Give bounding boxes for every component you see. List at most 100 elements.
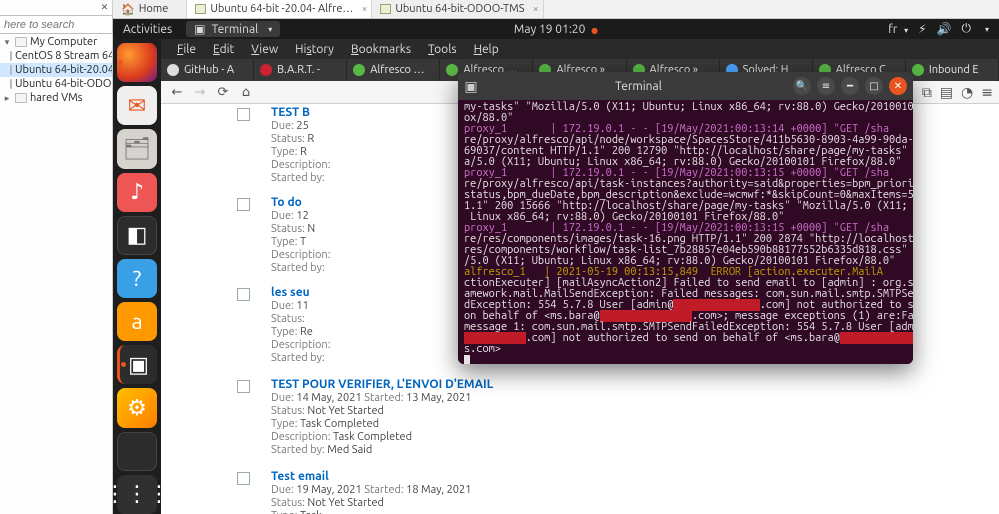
- task-title-link[interactable]: TEST POUR VERIFIER, L'ENVOI D'EMAIL: [271, 378, 951, 391]
- task-select[interactable]: [237, 108, 255, 126]
- dock-help[interactable]: ?: [117, 259, 157, 298]
- reload-button[interactable]: ⟳: [213, 82, 233, 102]
- desc-label: Description:: [271, 159, 330, 171]
- new-tab-icon[interactable]: ▣: [458, 78, 484, 95]
- dock-files[interactable]: 🗂: [117, 129, 157, 168]
- due-value: 14 May, 2021: [296, 392, 361, 404]
- task-select[interactable]: [237, 472, 255, 490]
- menu-file[interactable]: FFileile: [169, 41, 204, 58]
- minimize-icon[interactable]: ━: [841, 77, 859, 95]
- vm-label: CentOS 8 Stream 64-bit: [15, 50, 112, 62]
- task-item: TEST POUR VERIFIER, L'ENVOI D'EMAIL Due:…: [271, 376, 951, 460]
- topbar-app-terminal[interactable]: ▣ Terminal ▾: [186, 21, 280, 37]
- due-value: 19 May, 2021: [296, 484, 361, 496]
- forward-button[interactable]: →: [190, 82, 210, 102]
- power-icon[interactable]: ⏻: [961, 22, 971, 36]
- dock-amazon[interactable]: a: [117, 302, 157, 341]
- expand-icon[interactable]: ▸: [2, 93, 12, 104]
- home-button[interactable]: ⌂: [236, 82, 256, 102]
- vm-item-alfresco[interactable]: Ubuntu 64-bit-20.04-Alfresco: [0, 63, 112, 77]
- task-select[interactable]: [237, 198, 255, 216]
- checkbox-icon[interactable]: [237, 108, 250, 121]
- dock-rhythmbox[interactable]: ♪: [117, 173, 157, 212]
- collapse-icon[interactable]: ▾: [2, 37, 12, 48]
- menu-bookmarks[interactable]: Bookmarks: [343, 41, 419, 58]
- host-tab-home[interactable]: 🏠 Home: [113, 0, 187, 18]
- maximize-icon[interactable]: □: [865, 77, 883, 95]
- checkbox-icon[interactable]: [237, 198, 250, 211]
- hamburger-menu-icon[interactable]: ≡: [817, 77, 835, 95]
- vm-icon: [10, 65, 12, 75]
- firefox-tab[interactable]: GitHub - A: [161, 59, 254, 81]
- lang-indicator[interactable]: fr ▾: [888, 23, 908, 36]
- due-value: 25: [296, 120, 308, 132]
- favicon-icon: [260, 64, 272, 76]
- firefox-tab[interactable]: B.A.R.T. -: [254, 59, 347, 81]
- favicon-icon: [353, 64, 365, 76]
- firefox-tab[interactable]: Alfresco …: [347, 59, 440, 81]
- type-label: Type:: [271, 146, 297, 158]
- terminal-output[interactable]: my-tasks" "Mozilla/5.0 (X11; Ubuntu; Lin…: [458, 100, 913, 364]
- reader-icon[interactable]: ▤: [940, 84, 953, 101]
- due-label: Due:: [271, 392, 294, 404]
- gnome-dock: ✉ 🗂 ♪ ◧ ? a ▣ ⚙ ⋮⋮⋮: [113, 39, 161, 514]
- dock-terminal[interactable]: ▣: [117, 345, 157, 384]
- chevron-down-icon: ▾: [904, 26, 908, 35]
- activities-button[interactable]: Activities: [123, 23, 172, 36]
- dock-thunderbird[interactable]: ✉: [117, 86, 157, 125]
- close-icon[interactable]: ×: [362, 3, 368, 14]
- vm-item-odoo[interactable]: Ubuntu 64-bit-ODOO-TMS: [0, 77, 112, 91]
- menu-tools[interactable]: Tools: [420, 41, 465, 58]
- menu-edit[interactable]: Edit: [205, 41, 242, 58]
- vm-search-input[interactable]: [0, 15, 113, 34]
- tab-label: GitHub - A: [184, 64, 234, 76]
- menu-history[interactable]: History: [287, 41, 342, 58]
- task-title-link[interactable]: Test email: [271, 470, 951, 483]
- dock-software[interactable]: ◧: [117, 216, 157, 255]
- devtools-icon[interactable]: ⧉: [922, 84, 932, 101]
- task-item: Test email Due: 19 May, 2021 Started: 18…: [271, 468, 951, 514]
- favicon-icon: [167, 64, 179, 76]
- vm-label: Ubuntu 64-bit-20.04-Alfresco: [15, 64, 112, 76]
- status-label: Status:: [271, 405, 305, 417]
- search-icon[interactable]: 🔍: [793, 77, 811, 95]
- gnome-topbar: Activities ▣ Terminal ▾ May 19 01:20 ● f…: [113, 19, 999, 39]
- network-icon[interactable]: ⚡: [918, 22, 926, 36]
- type-label: Type:: [271, 236, 297, 248]
- terminal-window[interactable]: ▣ Terminal 🔍 ≡ ━ □ ✕ my-tasks" "Mozilla/…: [458, 72, 913, 364]
- checkbox-icon[interactable]: [237, 288, 250, 301]
- dock-extra1[interactable]: [117, 432, 157, 471]
- close-icon[interactable]: ×: [533, 3, 539, 14]
- task-select[interactable]: [237, 380, 255, 398]
- dock-firefox[interactable]: [117, 43, 157, 82]
- volume-icon[interactable]: 🔊: [937, 22, 952, 36]
- menu-help[interactable]: Help: [466, 41, 507, 58]
- host-tab-odoo[interactable]: Ubuntu 64-bit-ODOO-TMS ×: [372, 0, 543, 18]
- status-label: Status:: [271, 223, 305, 235]
- notification-dot: ●: [591, 26, 598, 35]
- task-select[interactable]: [237, 288, 255, 306]
- dock-show-apps[interactable]: ⋮⋮⋮: [117, 475, 157, 514]
- back-button[interactable]: ←: [167, 82, 187, 102]
- vm-tree-host[interactable]: ▾ My Computer: [0, 35, 112, 49]
- dock-settings[interactable]: ⚙: [117, 388, 157, 427]
- due-label: Due:: [271, 210, 294, 222]
- terminal-titlebar[interactable]: ▣ Terminal 🔍 ≡ ━ □ ✕: [458, 72, 913, 100]
- type-value: Task Completed: [300, 418, 379, 430]
- checkbox-icon[interactable]: [237, 472, 250, 485]
- clock[interactable]: May 19 01:20: [514, 23, 585, 36]
- favicon-icon: [912, 64, 924, 76]
- vm-tree-shared[interactable]: ▸ hared VMs: [0, 91, 112, 105]
- checkbox-icon[interactable]: [237, 380, 250, 393]
- status-label: Status:: [271, 313, 305, 325]
- account-icon[interactable]: ◔: [961, 84, 973, 101]
- close-icon[interactable]: ✕: [889, 77, 907, 95]
- menu-view[interactable]: View: [243, 41, 286, 58]
- vm-shared-label: hared VMs: [30, 92, 82, 104]
- hamburger-menu-icon[interactable]: ≡: [981, 84, 993, 101]
- close-icon[interactable]: ✕: [99, 2, 110, 13]
- type-value: T: [300, 236, 306, 248]
- firefox-tab[interactable]: Inbound E: [906, 59, 999, 81]
- vm-item-centos[interactable]: CentOS 8 Stream 64-bit: [0, 49, 112, 63]
- host-tab-alfresco[interactable]: Ubuntu 64-bit -20.04- Alfre… ×: [187, 0, 372, 18]
